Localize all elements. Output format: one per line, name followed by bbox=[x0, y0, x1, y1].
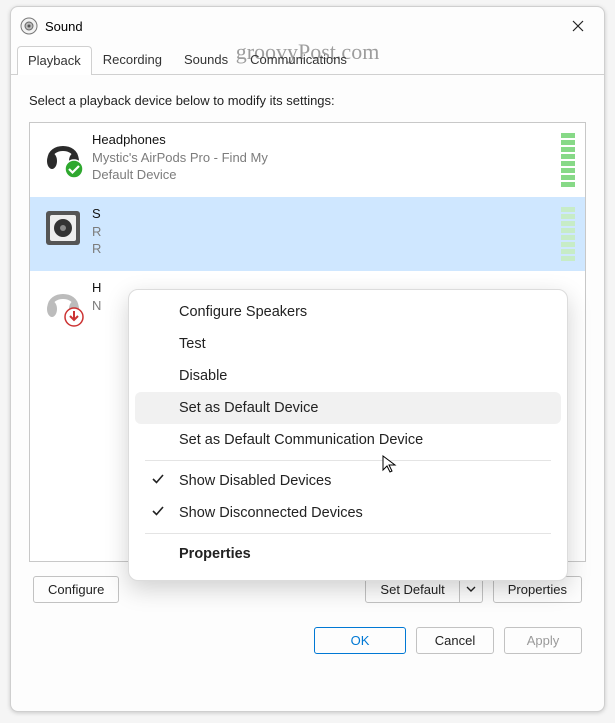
device-status: R bbox=[92, 240, 561, 258]
menu-disable[interactable]: Disable bbox=[135, 360, 561, 392]
titlebar: Sound bbox=[11, 7, 604, 45]
cancel-button[interactable]: Cancel bbox=[416, 627, 494, 654]
ok-button[interactable]: OK bbox=[314, 627, 406, 654]
menu-show-disconnected[interactable]: Show Disconnected Devices bbox=[135, 497, 561, 529]
menu-set-default-device[interactable]: Set as Default Device bbox=[135, 392, 561, 424]
sound-icon bbox=[15, 17, 43, 35]
tab-communications[interactable]: Communications bbox=[239, 45, 358, 74]
device-row[interactable]: Headphones Mystic's AirPods Pro - Find M… bbox=[30, 123, 585, 197]
level-meter bbox=[561, 205, 575, 261]
tabstrip: Playback Recording Sounds Communications bbox=[11, 45, 604, 75]
check-icon bbox=[151, 472, 165, 490]
menu-separator bbox=[145, 460, 551, 461]
disconnected-badge-icon bbox=[64, 307, 84, 327]
menu-show-disabled[interactable]: Show Disabled Devices bbox=[135, 465, 561, 497]
check-badge-icon bbox=[64, 159, 84, 179]
level-meter bbox=[561, 131, 575, 187]
context-menu: Configure Speakers Test Disable Set as D… bbox=[128, 289, 568, 581]
device-status: Default Device bbox=[92, 166, 561, 184]
device-name: S bbox=[92, 205, 561, 223]
speaker-icon bbox=[40, 205, 86, 251]
menu-test[interactable]: Test bbox=[135, 328, 561, 360]
device-name: Headphones bbox=[92, 131, 561, 149]
sound-dialog: Sound groovyPost.com Playback Recording … bbox=[10, 6, 605, 712]
device-subtitle: Mystic's AirPods Pro - Find My bbox=[92, 149, 561, 167]
configure-button[interactable]: Configure bbox=[33, 576, 119, 603]
menu-configure-speakers[interactable]: Configure Speakers bbox=[135, 296, 561, 328]
headphones-icon bbox=[40, 131, 86, 177]
device-subtitle: R bbox=[92, 223, 561, 241]
device-row[interactable]: S R R bbox=[30, 197, 585, 271]
chevron-down-icon bbox=[466, 584, 476, 594]
menu-set-default-communication[interactable]: Set as Default Communication Device bbox=[135, 424, 561, 456]
tab-playback[interactable]: Playback bbox=[17, 46, 92, 75]
instructions-text: Select a playback device below to modify… bbox=[29, 93, 586, 108]
close-button[interactable] bbox=[556, 11, 600, 41]
check-icon bbox=[151, 504, 165, 522]
menu-properties[interactable]: Properties bbox=[135, 538, 561, 570]
tab-recording[interactable]: Recording bbox=[92, 45, 173, 74]
menu-separator bbox=[145, 533, 551, 534]
apply-button[interactable]: Apply bbox=[504, 627, 582, 654]
close-icon bbox=[572, 20, 584, 32]
device-list[interactable]: Headphones Mystic's AirPods Pro - Find M… bbox=[29, 122, 586, 562]
tab-sounds[interactable]: Sounds bbox=[173, 45, 239, 74]
headphones-icon bbox=[40, 279, 86, 325]
window-title: Sound bbox=[43, 19, 83, 34]
